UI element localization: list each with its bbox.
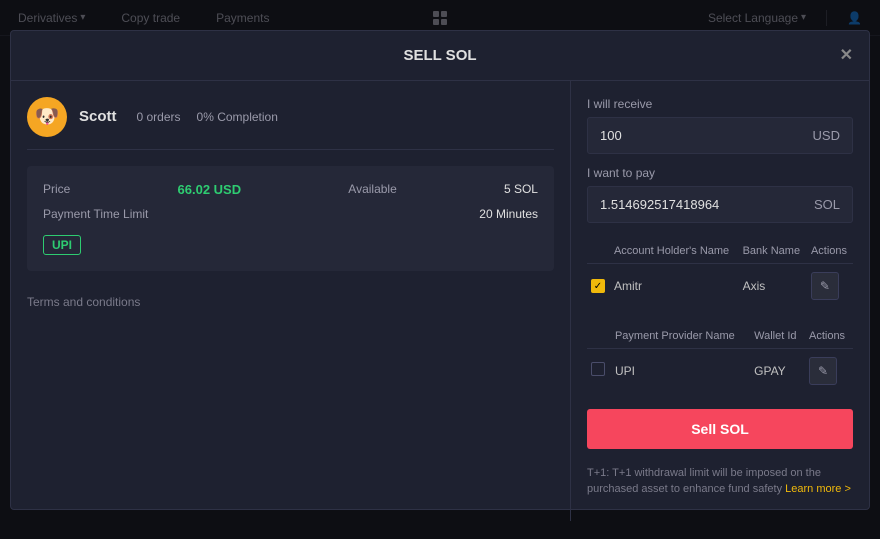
disclaimer: T+1: T+1 withdrawal limit will be impose… <box>587 465 853 498</box>
bank-action-cell: ✎ <box>807 263 853 308</box>
seller-info: 🐶 Scott 0 orders 0% Completion <box>27 97 554 150</box>
receive-label: I will receive <box>587 97 853 111</box>
payment-method-badge: UPI <box>43 235 81 255</box>
left-panel: 🐶 Scott 0 orders 0% Completion Price 66.… <box>11 81 571 521</box>
sell-sol-button[interactable]: Sell SOL <box>587 409 853 449</box>
bank-col-bank: Bank Name <box>739 239 807 264</box>
price-label: Price <box>43 182 70 196</box>
bank-name-cell: Axis <box>739 263 807 308</box>
wallet-col-actions: Actions <box>805 324 853 349</box>
available-value: 5 SOL <box>504 182 538 196</box>
wallet-table: Payment Provider Name Wallet Id Actions … <box>587 324 853 393</box>
receive-section: I will receive USD <box>587 97 853 154</box>
bank-col-actions: Actions <box>807 239 853 264</box>
pay-unit: SOL <box>802 187 852 222</box>
payment-method-row: UPI <box>43 231 538 255</box>
payment-time-label: Payment Time Limit <box>43 207 148 221</box>
wallet-id-cell: GPAY <box>750 348 805 393</box>
payment-time-row: Payment Time Limit 20 Minutes <box>43 207 538 221</box>
modal-body: 🐶 Scott 0 orders 0% Completion Price 66.… <box>11 81 869 521</box>
payment-time-value: 20 Minutes <box>479 207 538 221</box>
receive-input[interactable] <box>588 118 801 153</box>
terms-label: Terms and conditions <box>27 295 140 309</box>
price-row: Price 66.02 USD Available 5 SOL <box>43 182 538 197</box>
learn-more-link[interactable]: Learn more > <box>785 483 851 495</box>
bank-table: Account Holder's Name Bank Name Actions … <box>587 239 853 308</box>
pay-input-row: SOL <box>587 186 853 223</box>
wallet-col-provider: Payment Provider Name <box>611 324 750 349</box>
seller-completion: 0% Completion <box>197 110 278 124</box>
wallet-action-cell: ✎ <box>805 348 853 393</box>
modal-overlay: SELL SOL ✕ 🐶 Scott 0 orders 0% Completio… <box>0 0 880 539</box>
bank-holder-cell: Amitr <box>610 263 739 308</box>
available-label: Available <box>348 182 396 196</box>
wallet-provider-cell: UPI <box>611 348 750 393</box>
wallet-checkbox-cell <box>587 348 611 393</box>
terms-section[interactable]: Terms and conditions <box>27 295 554 309</box>
seller-orders: 0 orders <box>137 110 181 124</box>
avatar: 🐶 <box>27 97 67 137</box>
bank-checkbox-cell <box>587 263 610 308</box>
seller-stats: 0 orders 0% Completion <box>137 110 278 124</box>
wallet-col-checkbox <box>587 324 611 349</box>
wallet-row: UPI GPAY ✎ <box>587 348 853 393</box>
pay-section: I want to pay SOL <box>587 166 853 223</box>
sell-sol-modal: SELL SOL ✕ 🐶 Scott 0 orders 0% Completio… <box>10 30 870 510</box>
bank-table-section: Account Holder's Name Bank Name Actions … <box>587 235 853 308</box>
wallet-col-id: Wallet Id <box>750 324 805 349</box>
modal-close-button[interactable]: ✕ <box>840 45 853 65</box>
right-panel: I will receive USD I want to pay SOL <box>571 81 869 521</box>
modal-title: SELL SOL <box>403 47 476 64</box>
bank-row: Amitr Axis ✎ <box>587 263 853 308</box>
receive-input-row: USD <box>587 117 853 154</box>
wallet-checkbox[interactable] <box>591 362 605 376</box>
seller-name: Scott <box>79 108 117 125</box>
bank-col-holder: Account Holder's Name <box>610 239 739 264</box>
pay-label: I want to pay <box>587 166 853 180</box>
receive-unit: USD <box>801 118 852 153</box>
modal-header: SELL SOL ✕ <box>11 31 869 81</box>
bank-checkbox[interactable] <box>591 279 605 293</box>
wallet-table-section: Payment Provider Name Wallet Id Actions … <box>587 320 853 393</box>
price-value: 66.02 USD <box>178 182 242 197</box>
bank-col-checkbox <box>587 239 610 264</box>
pay-input[interactable] <box>588 187 802 222</box>
bank-edit-button[interactable]: ✎ <box>811 272 839 300</box>
offer-details: Price 66.02 USD Available 5 SOL Payment … <box>27 166 554 271</box>
wallet-edit-button[interactable]: ✎ <box>809 357 837 385</box>
